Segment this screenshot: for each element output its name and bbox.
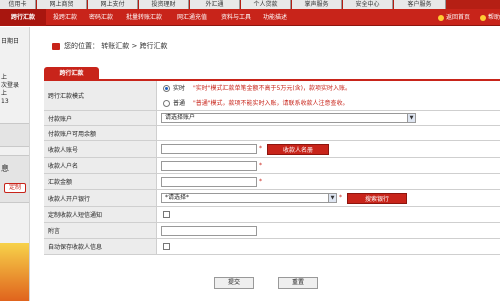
reset-button[interactable]: 重置 bbox=[278, 277, 318, 289]
tab-forex[interactable]: 外汇通 bbox=[190, 0, 240, 9]
chevron-down-icon: ▼ bbox=[407, 114, 415, 122]
form-row-payee-name: 收款人户名 * bbox=[44, 158, 500, 174]
sidebar-custom-button[interactable]: 定制 bbox=[4, 183, 26, 193]
form-row-payee-account: 收款人账号 * 收款人名册 bbox=[44, 141, 500, 158]
nav-item-function[interactable]: 功能描述 bbox=[258, 9, 292, 26]
payee-account-label: 收款人账号 bbox=[44, 141, 157, 157]
top-tab-bar: 信用卡 网上商贸 网上支付 投资理财 外汇通 个人贷款 掌声服务 安全中心 客户… bbox=[0, 0, 500, 9]
home-link-label: 返回首页 bbox=[446, 14, 471, 21]
nav-item-batch[interactable]: 批量转账汇款 bbox=[120, 9, 168, 26]
note-label: 附言 bbox=[44, 223, 157, 238]
payee-name-input[interactable] bbox=[161, 161, 257, 171]
required-mark: * bbox=[259, 178, 262, 185]
nav-item-tools[interactable]: 资料与工具 bbox=[216, 9, 256, 26]
pay-account-select[interactable]: 请选择账户 ▼ bbox=[161, 113, 416, 123]
home-icon bbox=[438, 14, 444, 21]
chevron-down-icon: ▼ bbox=[328, 194, 336, 202]
required-mark: * bbox=[339, 194, 342, 201]
payee-name-label: 收款人户名 bbox=[44, 158, 157, 173]
mode-cell: 实时 "实时"模式汇款单笔金额不高于5万元(含)，款项实时入账。 普通 "普通"… bbox=[157, 81, 500, 110]
bank-select-value: *请选择* bbox=[165, 194, 190, 201]
location-icon bbox=[52, 43, 60, 50]
form-row-pay-account: 付款账户 请选择账户 ▼ bbox=[44, 111, 500, 126]
auto-save-checkbox[interactable] bbox=[163, 243, 170, 250]
sidebar-promo-image[interactable] bbox=[0, 243, 29, 301]
nav-item-cross-bank[interactable]: 跨行汇款 bbox=[0, 9, 46, 26]
note-input[interactable] bbox=[161, 226, 257, 236]
sub-nav-bar: 跨行汇款 投跨汇款 密码汇款 批量转账汇款 网汇通充值 资料与工具 功能描述 返… bbox=[0, 9, 500, 26]
tab-credit-card[interactable]: 信用卡 bbox=[0, 0, 36, 9]
tab-online-trade[interactable]: 网上商贸 bbox=[37, 0, 87, 9]
sidebar-box-2: 息 bbox=[0, 155, 29, 203]
sms-label: 定制收款人短信通知 bbox=[44, 207, 157, 222]
form-row-amount: 汇款金额 * bbox=[44, 174, 500, 190]
form-row-note: 附言 bbox=[44, 223, 500, 239]
bank-select[interactable]: *请选择* ▼ bbox=[161, 193, 337, 203]
breadcrumb-path: 转账汇款 > 跨行汇款 bbox=[101, 42, 168, 50]
breadcrumb-prefix: 您的位置： bbox=[64, 42, 99, 50]
search-bank-button[interactable]: 搜索银行 bbox=[347, 193, 407, 204]
help-icon bbox=[480, 14, 486, 21]
auto-save-label: 自动保存收款人信息 bbox=[44, 239, 157, 254]
tab-online-pay[interactable]: 网上支付 bbox=[88, 0, 138, 9]
help-link[interactable]: 帮助 bbox=[480, 9, 500, 26]
breadcrumb: 您的位置： 转账汇款 > 跨行汇款 bbox=[64, 40, 168, 52]
left-sidebar: 日期日 上 次登录 上 13 息 定制 bbox=[0, 27, 30, 301]
pay-account-value: 请选择账户 bbox=[165, 114, 196, 121]
mode-normal-label: 普通 bbox=[173, 100, 186, 107]
payee-account-input[interactable] bbox=[161, 144, 257, 154]
amount-input[interactable] bbox=[161, 177, 257, 187]
nav-item-password-remit[interactable]: 密码汇款 bbox=[84, 9, 118, 26]
nav-item-recharge[interactable]: 网汇通充值 bbox=[170, 9, 214, 26]
tab-security[interactable]: 安全中心 bbox=[343, 0, 393, 9]
tab-invest[interactable]: 投资理财 bbox=[139, 0, 189, 9]
mode-realtime-note: "实时"模式汇款单笔金额不高于5万元(含)，款项实时入账。 bbox=[193, 85, 352, 92]
form-row-bank: 收款人开户银行 *请选择* ▼ * 搜索银行 bbox=[44, 190, 500, 207]
form-row-balance: 付款账户可用余额 bbox=[44, 126, 500, 141]
mode-realtime-radio[interactable] bbox=[163, 85, 170, 92]
required-mark: * bbox=[259, 162, 262, 169]
nav-item-remit[interactable]: 投跨汇款 bbox=[48, 9, 82, 26]
bank-label: 收款人开户银行 bbox=[44, 190, 157, 206]
sms-checkbox[interactable] bbox=[163, 211, 170, 218]
mode-normal-radio[interactable] bbox=[163, 100, 170, 107]
submit-button[interactable]: 提交 bbox=[214, 277, 254, 289]
sidebar-box-1 bbox=[0, 123, 29, 147]
home-link[interactable]: 返回首页 bbox=[438, 9, 470, 26]
sidebar-date: 日期日 bbox=[1, 38, 20, 45]
mode-label: 跨行汇款模式 bbox=[44, 81, 157, 110]
available-balance-label: 付款账户可用余额 bbox=[44, 126, 157, 140]
tab-mobile[interactable]: 掌声服务 bbox=[292, 0, 342, 9]
required-mark: * bbox=[259, 145, 262, 152]
help-link-label: 帮助 bbox=[488, 14, 500, 21]
sidebar-section-title: 息 bbox=[1, 164, 9, 173]
mode-normal-note: "普通"模式，款项不能实时入账，请联系收款人注意查收。 bbox=[193, 100, 349, 107]
form-row-sms: 定制收款人短信通知 bbox=[44, 207, 500, 223]
payee-list-button[interactable]: 收款人名册 bbox=[267, 144, 329, 155]
tab-loan[interactable]: 个人贷款 bbox=[241, 0, 291, 9]
form-row-auto-save: 自动保存收款人信息 bbox=[44, 239, 500, 255]
amount-label: 汇款金额 bbox=[44, 174, 157, 189]
sidebar-login-4: 13 bbox=[1, 98, 9, 105]
tab-service[interactable]: 客户服务 bbox=[394, 0, 446, 9]
pay-account-label: 付款账户 bbox=[44, 111, 157, 125]
form-row-mode: 跨行汇款模式 实时 "实时"模式汇款单笔金额不高于5万元(含)，款项实时入账。 … bbox=[44, 81, 500, 111]
mode-realtime-label: 实时 bbox=[173, 85, 186, 92]
